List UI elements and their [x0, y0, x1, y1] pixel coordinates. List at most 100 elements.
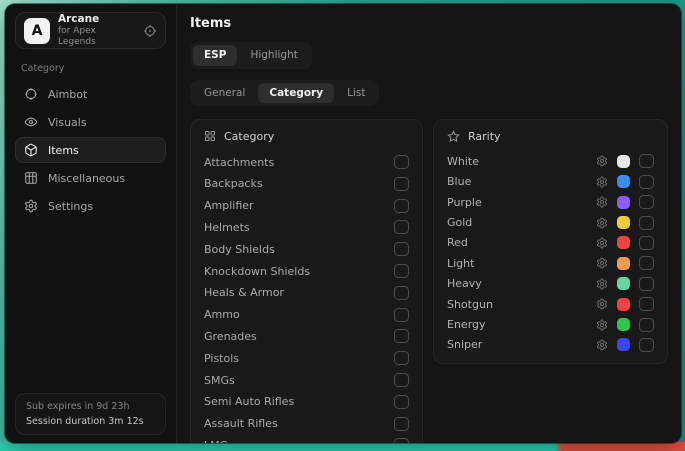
category-checkbox[interactable] — [394, 417, 409, 431]
sidebar: A Arcane for Apex Legends Category Aimbo… — [5, 4, 177, 443]
category-checkbox[interactable] — [394, 329, 409, 343]
session-duration-text: Session duration 3m 12s — [26, 416, 155, 427]
gear-icon[interactable] — [596, 176, 608, 188]
rarity-checkbox[interactable] — [639, 236, 654, 250]
rarity-panel: Rarity White — [433, 119, 668, 364]
rarity-row: Energy — [447, 314, 654, 334]
crosshair-icon — [24, 87, 38, 101]
rarity-row: Red — [447, 233, 654, 253]
rarity-panel-title: Rarity — [468, 130, 501, 143]
gear-icon[interactable] — [596, 257, 608, 269]
esp-mode-toggle: ESPHighlight — [190, 42, 312, 69]
rarity-checkbox[interactable] — [639, 216, 654, 230]
tab-highlight[interactable]: Highlight — [239, 45, 308, 66]
rarity-row: Blue — [447, 172, 654, 192]
rarity-color-swatch[interactable] — [617, 298, 630, 311]
rarity-row: Purple — [447, 192, 654, 212]
rarity-checkbox[interactable] — [639, 338, 654, 352]
sidebar-item-items[interactable]: Items — [15, 137, 166, 163]
panels-row: Category Attachments Backpacks Amplifier — [190, 119, 668, 443]
rarity-row: Shotgun — [447, 294, 654, 314]
gear-icon — [24, 199, 38, 213]
category-row: Grenades — [204, 326, 409, 348]
rarity-row: Gold — [447, 212, 654, 232]
rarity-color-swatch[interactable] — [617, 318, 630, 331]
rarity-color-swatch[interactable] — [617, 236, 630, 249]
gear-icon[interactable] — [596, 278, 608, 290]
rarity-color-swatch[interactable] — [617, 175, 630, 188]
category-row: LMGs — [204, 435, 409, 443]
category-checkbox[interactable] — [394, 351, 409, 365]
category-row: SMGs — [204, 369, 409, 391]
category-checkbox[interactable] — [394, 242, 409, 256]
category-row: Knockdown Shields — [204, 260, 409, 282]
rarity-checkbox[interactable] — [639, 318, 654, 332]
category-row: Semi Auto Rifles — [204, 391, 409, 413]
rarity-checkbox[interactable] — [639, 154, 654, 168]
rarity-row: Light — [447, 253, 654, 273]
rarity-color-swatch[interactable] — [617, 338, 630, 351]
rarity-checkbox[interactable] — [639, 195, 654, 209]
gear-icon[interactable] — [596, 155, 608, 167]
category-checkbox[interactable] — [394, 308, 409, 322]
category-row: Amplifier — [204, 195, 409, 217]
gear-icon[interactable] — [596, 319, 608, 331]
rarity-color-swatch[interactable] — [617, 196, 630, 209]
category-list: Attachments Backpacks Amplifier Helmets — [204, 151, 409, 443]
category-row: Pistols — [204, 347, 409, 369]
star-icon — [447, 130, 460, 143]
gear-icon[interactable] — [596, 217, 608, 229]
category-checkbox[interactable] — [394, 177, 409, 191]
category-checkbox[interactable] — [394, 395, 409, 409]
category-row: Attachments — [204, 151, 409, 173]
gear-icon[interactable] — [596, 196, 608, 208]
rarity-row: Heavy — [447, 274, 654, 294]
sidebar-item-miscellaneous[interactable]: Miscellaneous — [15, 165, 166, 191]
brand-card[interactable]: A Arcane for Apex Legends — [15, 12, 166, 49]
app-window: A Arcane for Apex Legends Category Aimbo… — [5, 4, 681, 443]
category-checkbox[interactable] — [394, 264, 409, 278]
sidebar-item-aimbot[interactable]: Aimbot — [15, 81, 166, 107]
sidebar-item-visuals[interactable]: Visuals — [15, 109, 166, 135]
category-panel-title: Category — [224, 130, 274, 143]
tab-esp[interactable]: ESP — [193, 45, 237, 66]
app-title: Arcane — [58, 13, 135, 26]
sidebar-nav: Aimbot Visuals Items Miscellaneous Setti… — [15, 81, 166, 221]
rarity-color-swatch[interactable] — [617, 257, 630, 270]
category-checkbox[interactable] — [394, 199, 409, 213]
sub-expiry-text: Sub expires in 9d 23h — [26, 401, 155, 412]
rarity-color-swatch[interactable] — [617, 155, 630, 168]
gear-icon[interactable] — [596, 298, 608, 310]
category-checkbox[interactable] — [394, 438, 409, 443]
app-logo: A — [24, 18, 50, 44]
view-tabs: GeneralCategoryList — [190, 80, 379, 107]
tab-category[interactable]: Category — [258, 83, 334, 104]
rarity-checkbox[interactable] — [639, 277, 654, 291]
rarity-checkbox[interactable] — [639, 175, 654, 189]
category-checkbox[interactable] — [394, 220, 409, 234]
desktop-taskbar-strip — [0, 442, 685, 451]
gear-icon[interactable] — [596, 339, 608, 351]
table-icon — [24, 171, 38, 185]
category-checkbox[interactable] — [394, 286, 409, 300]
category-checkbox[interactable] — [394, 155, 409, 169]
category-row: Body Shields — [204, 238, 409, 260]
category-checkbox[interactable] — [394, 373, 409, 387]
eye-icon — [24, 115, 38, 129]
gear-icon[interactable] — [596, 237, 608, 249]
target-icon[interactable] — [143, 24, 157, 38]
sidebar-item-settings[interactable]: Settings — [15, 193, 166, 219]
rarity-color-swatch[interactable] — [617, 216, 630, 229]
rarity-list: White Blue — [447, 151, 654, 355]
app-subtitle: for Apex Legends — [58, 26, 135, 49]
page-title: Items — [190, 16, 668, 31]
category-row: Helmets — [204, 217, 409, 239]
main-content: Items ESPHighlight GeneralCategoryList C… — [177, 4, 681, 443]
rarity-checkbox[interactable] — [639, 256, 654, 270]
tab-general[interactable]: General — [193, 83, 256, 104]
category-row: Assault Rifles — [204, 413, 409, 435]
rarity-color-swatch[interactable] — [617, 277, 630, 290]
rarity-row: White — [447, 151, 654, 171]
rarity-checkbox[interactable] — [639, 297, 654, 311]
tab-list[interactable]: List — [336, 83, 376, 104]
